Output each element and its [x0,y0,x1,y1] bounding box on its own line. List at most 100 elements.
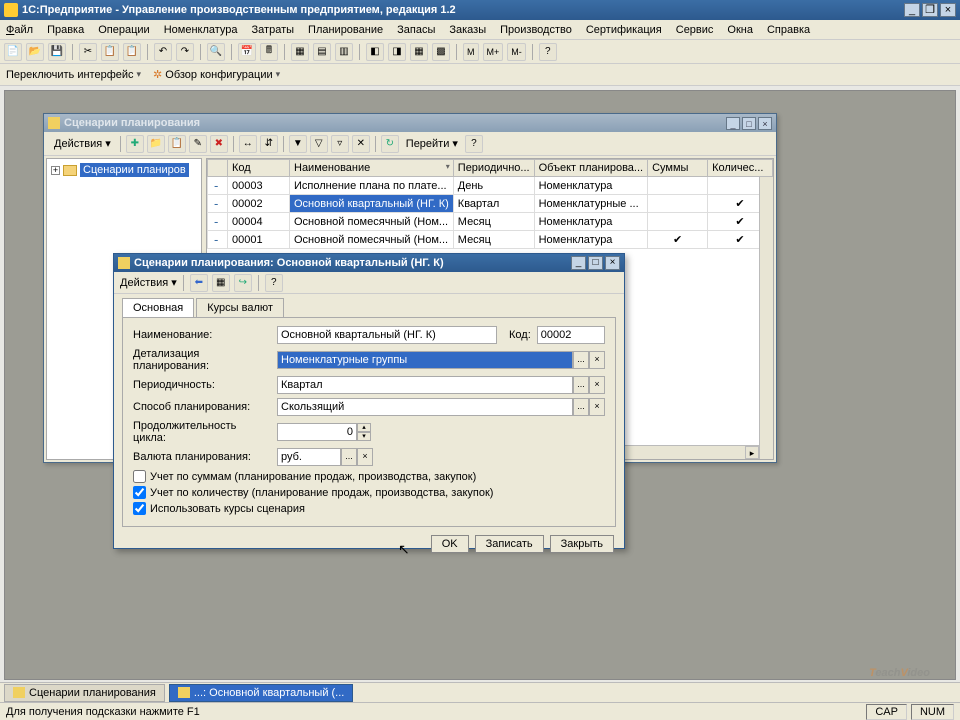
toolbar-icon[interactable]: M+ [483,43,504,61]
help-icon[interactable]: ? [465,135,483,153]
edit-icon[interactable]: ✎ [189,135,207,153]
toolbar-icon[interactable]: ▤ [313,43,331,61]
calc-icon[interactable]: 🖩 [260,43,278,61]
task-scenario-edit[interactable]: ...: Основной квартальный (... [169,684,354,702]
col-object[interactable]: Объект планирова... [534,160,647,177]
menu-costs[interactable]: Затраты [252,24,295,36]
undo-icon[interactable]: ↶ [154,43,172,61]
minimize-button[interactable]: _ [571,256,586,270]
maximize-button[interactable]: □ [588,256,603,270]
tab-main[interactable]: Основная [122,298,194,317]
duration-field[interactable] [277,423,357,441]
close-button[interactable]: × [605,256,620,270]
check-sums[interactable] [133,470,146,483]
save-button[interactable]: Записать [475,535,544,553]
hierarchy-icon[interactable]: ⇵ [260,135,278,153]
toolbar-icon[interactable]: ▦ [410,43,428,61]
toolbar-icon[interactable]: ▦ [291,43,309,61]
menu-operations[interactable]: Операции [98,24,149,36]
find-icon[interactable]: 🔍 [207,43,225,61]
menu-cert[interactable]: Сертификация [586,24,662,36]
name-field[interactable] [277,326,497,344]
refresh-icon[interactable]: ↻ [381,135,399,153]
ok-button[interactable]: OK [431,535,469,553]
table-row[interactable]: - 00003 Исполнение плана по плате... Ден… [208,177,773,195]
minimize-button[interactable]: _ [726,117,740,130]
close-button[interactable]: Закрыть [550,535,614,553]
clear-button[interactable]: × [357,448,373,466]
close-button[interactable]: × [940,3,956,17]
table-row[interactable]: - 00004 Основной помесячный (Ном... Меся… [208,213,773,231]
menu-stock[interactable]: Запасы [397,24,435,36]
select-button[interactable]: ... [573,398,589,416]
switch-interface[interactable]: Переключить интерфейс▾ [6,69,141,81]
clear-button[interactable]: × [589,398,605,416]
filter-icon[interactable]: ▼ [289,135,307,153]
redo-icon[interactable]: ↷ [176,43,194,61]
goto-icon[interactable]: ↪ [234,274,252,292]
add-icon[interactable]: ✚ [126,135,144,153]
spin-down-icon[interactable]: ▾ [357,432,371,441]
table-row[interactable]: - 00001 Основной помесячный (Ном... Меся… [208,231,773,249]
save-icon[interactable]: ⬅ [190,274,208,292]
help-icon[interactable]: ? [539,43,557,61]
toolbar-icon[interactable]: ◨ [388,43,406,61]
clear-button[interactable]: × [589,351,605,369]
menu-production[interactable]: Производство [500,24,572,36]
toolbar-icon[interactable]: ▥ [335,43,353,61]
help-icon[interactable]: ? [265,274,283,292]
menu-edit[interactable]: Правка [47,24,84,36]
copy-icon[interactable]: 📋 [168,135,186,153]
cut-icon[interactable]: ✂ [79,43,97,61]
clear-button[interactable]: × [589,376,605,394]
toolbar-icon[interactable]: ▩ [432,43,450,61]
minimize-button[interactable]: _ [904,3,920,17]
menu-nomenclature[interactable]: Номенклатура [164,24,238,36]
task-scenarios-list[interactable]: Сценарии планирования [4,684,165,702]
filter-icon[interactable]: ▽ [310,135,328,153]
tab-rates[interactable]: Курсы валют [196,298,284,317]
toolbar-icon[interactable]: M- [507,43,526,61]
move-icon[interactable]: ↔ [239,135,257,153]
table-row[interactable]: - 00002 Основной квартальный (НГ. К) Ква… [208,195,773,213]
actions-menu[interactable]: Действия ▾ [120,276,177,289]
col-qty[interactable]: Количес... [708,160,773,177]
select-button[interactable]: ... [573,376,589,394]
menu-help[interactable]: Справка [767,24,810,36]
add-folder-icon[interactable]: 📁 [147,135,165,153]
delete-icon[interactable]: ✖ [210,135,228,153]
period-field[interactable] [277,376,573,394]
maximize-button[interactable]: □ [742,117,756,130]
filter-icon[interactable]: ▿ [331,135,349,153]
col-period[interactable]: Периодично... [453,160,534,177]
detail-field[interactable] [277,351,573,369]
menu-service[interactable]: Сервис [676,24,714,36]
vertical-scrollbar[interactable] [759,177,773,459]
close-button[interactable]: × [758,117,772,130]
expand-icon[interactable]: + [51,166,60,175]
check-rates[interactable] [133,502,146,515]
scroll-right-icon[interactable]: ▸ [745,446,759,459]
spin-up-icon[interactable]: ▴ [357,423,371,432]
menu-windows[interactable]: Окна [727,24,753,36]
actions-menu[interactable]: Действия ▾ [50,135,115,152]
select-button[interactable]: ... [573,351,589,369]
col-code[interactable]: Код [228,160,290,177]
restore-button[interactable]: ❐ [922,3,938,17]
clear-filter-icon[interactable]: ✕ [352,135,370,153]
save-icon[interactable]: 💾 [48,43,66,61]
goto-menu[interactable]: Перейти ▾ [402,135,462,152]
menu-file[interactable]: ФФайлайл [6,24,33,36]
method-field[interactable] [277,398,573,416]
menu-orders[interactable]: Заказы [449,24,486,36]
check-qty[interactable] [133,486,146,499]
new-icon[interactable]: 📄 [4,43,22,61]
tree-root-node[interactable]: + Сценарии планиров [51,163,197,177]
open-icon[interactable]: 📂 [26,43,44,61]
toolbar-icon[interactable]: M [463,43,479,61]
calendar-icon[interactable]: 📅 [238,43,256,61]
toolbar-icon[interactable]: ◧ [366,43,384,61]
currency-field[interactable] [277,448,341,466]
copy-icon[interactable]: 📋 [101,43,119,61]
col-sums[interactable]: Суммы [648,160,708,177]
